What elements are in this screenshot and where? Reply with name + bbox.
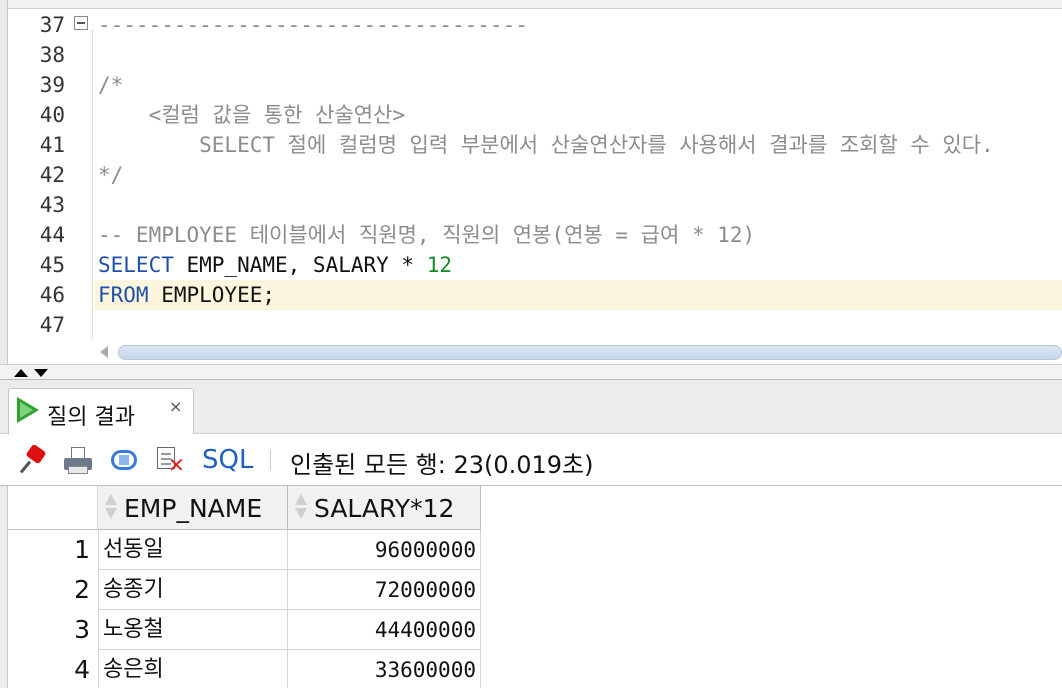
cell-salary[interactable]: 96000000 <box>288 530 481 570</box>
code-text: EMPLOYEE; <box>148 283 276 307</box>
scroll-left-arrow-icon[interactable] <box>100 346 108 358</box>
cell-salary[interactable]: 33600000 <box>288 650 481 688</box>
results-toolbar: ✕ SQL 인출된 모든 행: 23(0.019초) <box>0 434 1062 486</box>
line-number: 42 <box>39 163 65 187</box>
line-number: 38 <box>39 43 65 67</box>
collapse-down-arrow-icon[interactable] <box>34 369 48 377</box>
row-number: 2 <box>74 575 90 604</box>
line-number: 40 <box>39 103 65 127</box>
toolbar-separator <box>270 450 271 470</box>
grid-left-frame <box>0 486 8 688</box>
sort-icon[interactable] <box>104 494 118 520</box>
row-number: 1 <box>74 535 90 564</box>
fetch-status: 인출된 모든 행: 23(0.019초) <box>290 451 594 479</box>
horizontal-scrollbar[interactable] <box>96 342 1062 364</box>
close-icon[interactable]: × <box>169 397 182 416</box>
tab-query-result[interactable]: 질의 결과 × <box>8 388 194 435</box>
print-icon[interactable] <box>64 446 92 474</box>
play-icon <box>17 397 39 423</box>
cell-emp-name[interactable]: 송은희 <box>98 650 288 688</box>
results-tab-bar: 질의 결과 × <box>0 380 1062 435</box>
number-literal: 12 <box>426 253 453 277</box>
sql-button[interactable]: SQL <box>202 445 253 475</box>
table-row[interactable]: 2 송종기 72000000 <box>8 570 481 610</box>
grid-corner <box>8 486 98 530</box>
pin-icon[interactable] <box>19 443 48 474</box>
editor-left-frame <box>0 0 8 380</box>
code-text: EMP_NAME, SALARY * <box>173 253 427 277</box>
code-line-44: -- EMPLOYEE 테이블에서 직원명, 직원의 연봉(연봉 = 급여 * … <box>98 223 756 247</box>
line-number-gutter: 37 38 39 40 41 42 43 44 45 46 47 <box>9 9 69 342</box>
pane-splitter[interactable] <box>0 364 1062 380</box>
table-row[interactable]: 4 송은희 33600000 <box>8 650 481 688</box>
line-number: 46 <box>39 283 65 307</box>
cell-emp-name[interactable]: 선동일 <box>98 530 288 570</box>
column-header-label: EMP_NAME <box>124 494 263 523</box>
sort-icon[interactable] <box>294 494 308 520</box>
cell-emp-name[interactable]: 송종기 <box>98 570 288 610</box>
column-header-label: SALARY*12 <box>314 494 455 523</box>
table-row[interactable]: 3 노옹철 44400000 <box>8 610 481 650</box>
row-number: 3 <box>74 615 90 644</box>
code-line-39: /* <box>98 73 124 97</box>
results-grid[interactable]: EMP_NAME SALARY*12 1 선동일 96000000 2 송종기 … <box>8 486 1062 688</box>
line-number: 43 <box>39 193 65 217</box>
code-line-41: SELECT 절에 컬럼명 입력 부분에서 산술연산자를 사용해서 결과를 조회… <box>98 133 994 157</box>
line-number: 41 <box>39 133 65 157</box>
editor-top-border <box>8 0 1062 9</box>
cancel-icon[interactable]: ✕ <box>156 446 185 475</box>
code-line-37: ---------------------------------- <box>98 13 528 37</box>
tab-label: 질의 결과 <box>47 405 135 430</box>
fold-minus-icon[interactable] <box>74 16 88 30</box>
line-number: 45 <box>39 253 65 277</box>
cell-salary[interactable]: 44400000 <box>288 610 481 650</box>
code-line-46: FROM EMPLOYEE; <box>98 280 275 310</box>
collapse-up-arrow-icon[interactable] <box>14 369 28 377</box>
keyword-from: FROM <box>98 283 149 307</box>
line-number: 44 <box>39 223 65 247</box>
fold-guide-line <box>92 30 93 340</box>
line-number: 37 <box>39 13 65 37</box>
cell-salary[interactable]: 72000000 <box>288 570 481 610</box>
code-line-42: */ <box>98 163 124 187</box>
keyword-select: SELECT <box>98 253 174 277</box>
row-number: 4 <box>74 655 90 684</box>
line-number: 39 <box>39 73 65 97</box>
cell-emp-name[interactable]: 노옹철 <box>98 610 288 650</box>
code-line-40: <컬럼 값을 통한 산술연산> <box>98 103 405 127</box>
line-number: 47 <box>39 313 65 337</box>
column-header-salary[interactable]: SALARY*12 <box>288 486 481 530</box>
code-line-45: SELECT EMP_NAME, SALARY * 12 <box>98 250 452 280</box>
column-header-emp-name[interactable]: EMP_NAME <box>98 486 288 530</box>
refresh-icon[interactable] <box>110 446 138 474</box>
table-row[interactable]: 1 선동일 96000000 <box>8 530 481 570</box>
sql-editor[interactable]: 37 38 39 40 41 42 43 44 45 46 47 -------… <box>0 0 1062 342</box>
scrollbar-thumb[interactable] <box>118 345 1062 360</box>
